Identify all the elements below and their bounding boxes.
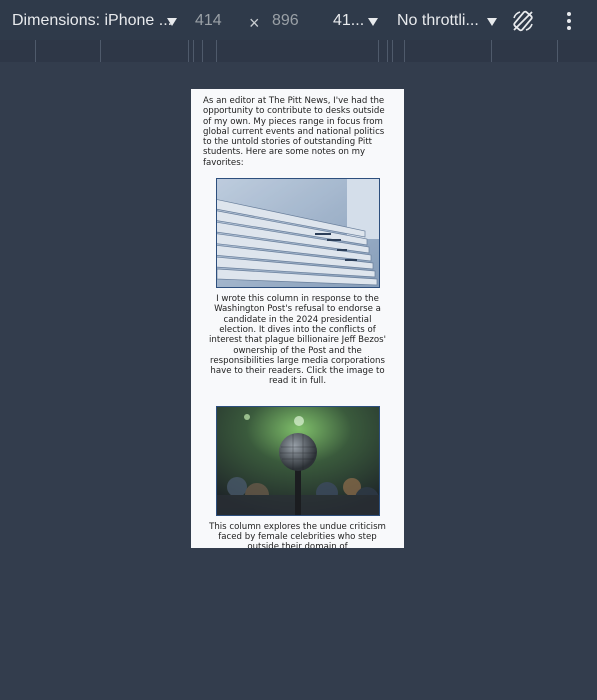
rotate-icon[interactable] bbox=[511, 9, 535, 33]
newspapers-image-link[interactable] bbox=[215, 178, 380, 289]
times-icon: × bbox=[249, 13, 260, 33]
height-input[interactable]: 896 bbox=[272, 0, 299, 40]
device-viewport[interactable]: As an editor at The Pitt News, I've had … bbox=[191, 89, 404, 548]
zoom-label: 41... bbox=[333, 12, 365, 29]
dimensions-dropdown[interactable]: Dimensions: iPhone ... bbox=[12, 0, 172, 40]
chevron-down-icon[interactable] bbox=[167, 18, 177, 26]
intro-paragraph: As an editor at The Pitt News, I've had … bbox=[203, 96, 385, 168]
dimensions-label: Dimensions: iPhone ... bbox=[12, 12, 173, 29]
throttle-dropdown[interactable]: No throttli... bbox=[397, 0, 479, 40]
card-caption: This column explores the undue criticism… bbox=[209, 521, 386, 548]
device-toolbar: Dimensions: iPhone ... 414 × 896 41... N… bbox=[0, 0, 597, 40]
width-input[interactable]: 414 bbox=[195, 0, 222, 40]
media-query-ruler bbox=[0, 40, 597, 62]
chevron-down-icon[interactable] bbox=[368, 18, 378, 26]
page-content: As an editor at The Pitt News, I've had … bbox=[191, 89, 404, 548]
throttle-label: No throttli... bbox=[397, 12, 479, 29]
microphone-photo bbox=[216, 406, 379, 515]
more-vertical-icon[interactable] bbox=[565, 12, 573, 30]
chevron-down-icon[interactable] bbox=[487, 18, 497, 26]
microphone-image-link[interactable] bbox=[215, 405, 380, 516]
zoom-dropdown[interactable]: 41... bbox=[333, 0, 364, 40]
card-caption: I wrote this column in response to the W… bbox=[209, 294, 386, 387]
newspapers-photo bbox=[216, 179, 379, 288]
